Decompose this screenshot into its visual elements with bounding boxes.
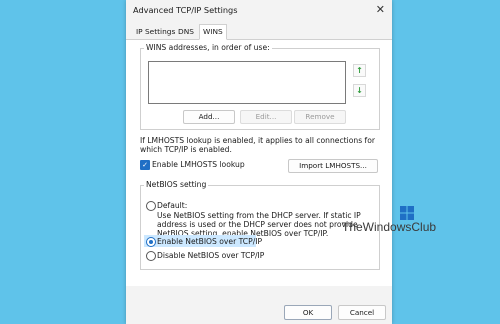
wins-addresses-list[interactable] <box>148 61 346 104</box>
arrow-up-icon: ↑ <box>356 66 363 75</box>
move-down-button[interactable]: ↓ <box>353 84 366 97</box>
lmhosts-info-text: If LMHOSTS lookup is enabled, it applies… <box>140 136 376 154</box>
lmhosts-checkbox[interactable]: ✓ <box>140 160 150 170</box>
dialog-footer: OK Cancel <box>126 286 392 324</box>
advanced-tcpip-dialog: Advanced TCP/IP Settings ✕ IP Settings D… <box>126 0 392 324</box>
tab-ip-settings[interactable]: IP Settings <box>133 25 178 38</box>
arrow-down-icon: ↓ <box>356 86 363 95</box>
lmhosts-checkbox-label: Enable LMHOSTS lookup <box>152 160 245 169</box>
title-bar: Advanced TCP/IP Settings ✕ <box>126 0 392 22</box>
radio-default[interactable] <box>146 201 156 211</box>
radio-disable-netbios-label: Disable NetBIOS over TCP/IP <box>157 251 265 260</box>
edit-button[interactable]: Edit... <box>240 110 292 124</box>
ok-button[interactable]: OK <box>284 305 332 320</box>
radio-default-label: Default: <box>157 201 188 210</box>
remove-button[interactable]: Remove <box>294 110 346 124</box>
default-description: Use NetBIOS setting from the DHCP server… <box>157 211 361 238</box>
radio-enable-netbios-label: Enable NetBIOS over TCP/IP <box>157 237 263 246</box>
close-icon[interactable]: ✕ <box>376 3 385 16</box>
cancel-button[interactable]: Cancel <box>338 305 386 320</box>
radio-enable-netbios[interactable] <box>146 237 156 247</box>
move-up-button[interactable]: ↑ <box>353 64 366 77</box>
tab-strip: IP Settings DNS WINS <box>126 22 392 40</box>
wins-tab-panel: WINS addresses, in order of use: ↑ ↓ Add… <box>126 40 392 286</box>
dialog-title: Advanced TCP/IP Settings <box>133 5 238 15</box>
radio-disable-netbios[interactable] <box>146 251 156 261</box>
add-button[interactable]: Add... <box>183 110 235 124</box>
tab-dns[interactable]: DNS <box>175 25 197 38</box>
windows-logo-icon <box>400 206 414 220</box>
watermark-text: TheWindowsClub <box>342 220 437 234</box>
tab-wins[interactable]: WINS <box>199 24 227 40</box>
wins-addresses-label: WINS addresses, in order of use: <box>144 43 272 52</box>
netbios-setting-label: NetBIOS setting <box>144 180 209 189</box>
import-lmhosts-button[interactable]: Import LMHOSTS... <box>288 159 378 173</box>
